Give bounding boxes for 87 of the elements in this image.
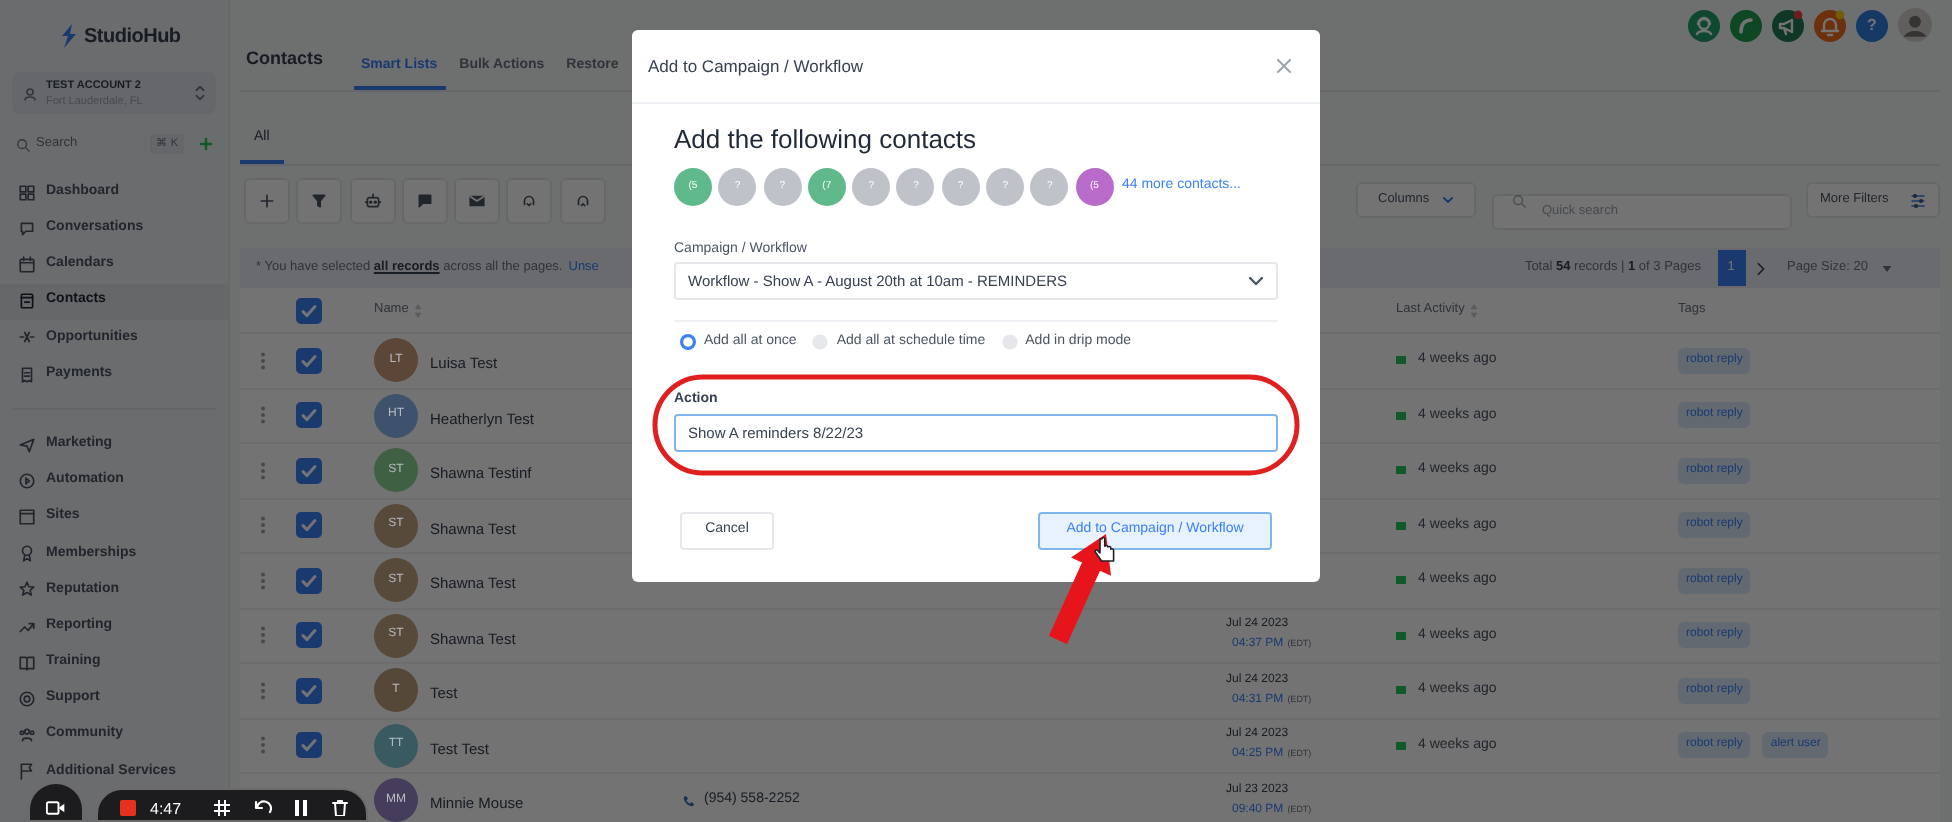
bolt-icon xyxy=(60,24,78,48)
toolbar-button[interactable] xyxy=(506,177,553,223)
checkbox[interactable] xyxy=(296,567,322,594)
more-icon[interactable] xyxy=(260,351,266,370)
search-icon xyxy=(16,137,30,151)
bell-icon[interactable] xyxy=(1814,9,1846,41)
toolbar-button[interactable] xyxy=(244,177,290,223)
more-icon[interactable] xyxy=(260,681,266,700)
toolbar-button[interactable] xyxy=(296,177,343,223)
checkbox[interactable] xyxy=(296,347,322,374)
message-icon xyxy=(1396,576,1406,585)
message-icon xyxy=(1396,411,1406,420)
hand-cursor-icon xyxy=(1094,536,1116,564)
book-icon xyxy=(18,653,36,672)
dialog-title: Add to Campaign / Workflow xyxy=(648,53,864,79)
more-icon[interactable] xyxy=(260,461,266,480)
caret-down-icon xyxy=(1882,265,1892,271)
sort-icon xyxy=(414,303,423,317)
speech-bubble-icon xyxy=(18,219,36,238)
lifebuoy-icon xyxy=(18,690,36,709)
toolbar-button[interactable] xyxy=(559,177,606,223)
chevron-down-icon xyxy=(1442,196,1454,204)
checkbox[interactable] xyxy=(296,622,322,649)
chevron-down-icon xyxy=(1248,276,1264,286)
dialog-heading: Add the following contacts xyxy=(674,124,979,156)
person-icon xyxy=(22,85,38,101)
grid-icon[interactable] xyxy=(213,800,230,816)
trash-icon[interactable] xyxy=(331,800,348,816)
logo-text: StudioHub xyxy=(84,23,181,51)
more-icon[interactable] xyxy=(260,571,266,590)
star-icon xyxy=(18,580,36,599)
trend-line-icon xyxy=(18,617,36,636)
avatar-icon[interactable] xyxy=(1898,8,1932,42)
pause-icon[interactable] xyxy=(293,800,308,816)
play-circle-icon xyxy=(18,471,36,490)
search-icon xyxy=(1512,193,1526,207)
checkbox[interactable] xyxy=(296,402,322,429)
calendar-icon xyxy=(18,255,36,274)
more-icon[interactable] xyxy=(260,516,266,535)
receipt-icon xyxy=(18,365,36,384)
checkbox[interactable] xyxy=(296,297,322,323)
toolbar-button[interactable] xyxy=(349,177,396,223)
radio-button[interactable] xyxy=(680,334,696,350)
stop-icon[interactable] xyxy=(120,800,136,816)
message-icon xyxy=(1396,686,1406,695)
toolbar-button[interactable] xyxy=(401,177,448,223)
megaphone-icon[interactable] xyxy=(1772,9,1804,41)
checkbox[interactable] xyxy=(296,677,322,704)
page-title: Contacts xyxy=(246,45,324,71)
up-down-chevron-icon xyxy=(194,84,206,102)
plus-icon xyxy=(258,191,276,209)
video-camera-icon xyxy=(46,800,66,816)
radio-button[interactable] xyxy=(812,334,829,350)
undo-icon[interactable] xyxy=(253,800,272,816)
paper-plane-icon xyxy=(18,435,36,454)
message-icon xyxy=(1396,521,1406,530)
grid-icon xyxy=(18,183,36,202)
timer-text: 4:47 xyxy=(150,800,182,818)
help-button[interactable]: ? xyxy=(1856,9,1888,41)
ribbon-icon xyxy=(18,544,36,563)
radio-button[interactable] xyxy=(1001,334,1018,350)
more-icon[interactable] xyxy=(260,626,266,645)
window-icon xyxy=(18,508,36,527)
address-book-icon xyxy=(18,292,36,311)
sort-icon xyxy=(1470,303,1479,317)
plus-icon[interactable] xyxy=(198,136,214,152)
message-icon xyxy=(1396,356,1406,365)
toolbar-button[interactable] xyxy=(454,177,501,223)
phone-icon xyxy=(682,793,696,808)
envelope-icon xyxy=(468,191,487,209)
message-icon xyxy=(1396,741,1406,750)
people-icon xyxy=(18,726,36,745)
phone-icon[interactable] xyxy=(1730,9,1762,41)
close-icon[interactable] xyxy=(1276,58,1292,74)
checkbox[interactable] xyxy=(296,457,322,484)
robot-icon xyxy=(363,191,382,209)
message-icon xyxy=(1396,466,1406,475)
message-icon xyxy=(415,191,434,209)
more-icon[interactable] xyxy=(260,406,266,425)
more-icon[interactable] xyxy=(260,736,266,755)
flag-icon xyxy=(18,762,36,781)
sliders-icon xyxy=(1910,193,1926,207)
chevron-right-icon[interactable] xyxy=(1755,261,1766,275)
funnel-icon xyxy=(310,191,329,209)
checkbox[interactable] xyxy=(296,732,322,759)
checkbox[interactable] xyxy=(296,512,322,539)
message-icon xyxy=(1396,631,1406,640)
